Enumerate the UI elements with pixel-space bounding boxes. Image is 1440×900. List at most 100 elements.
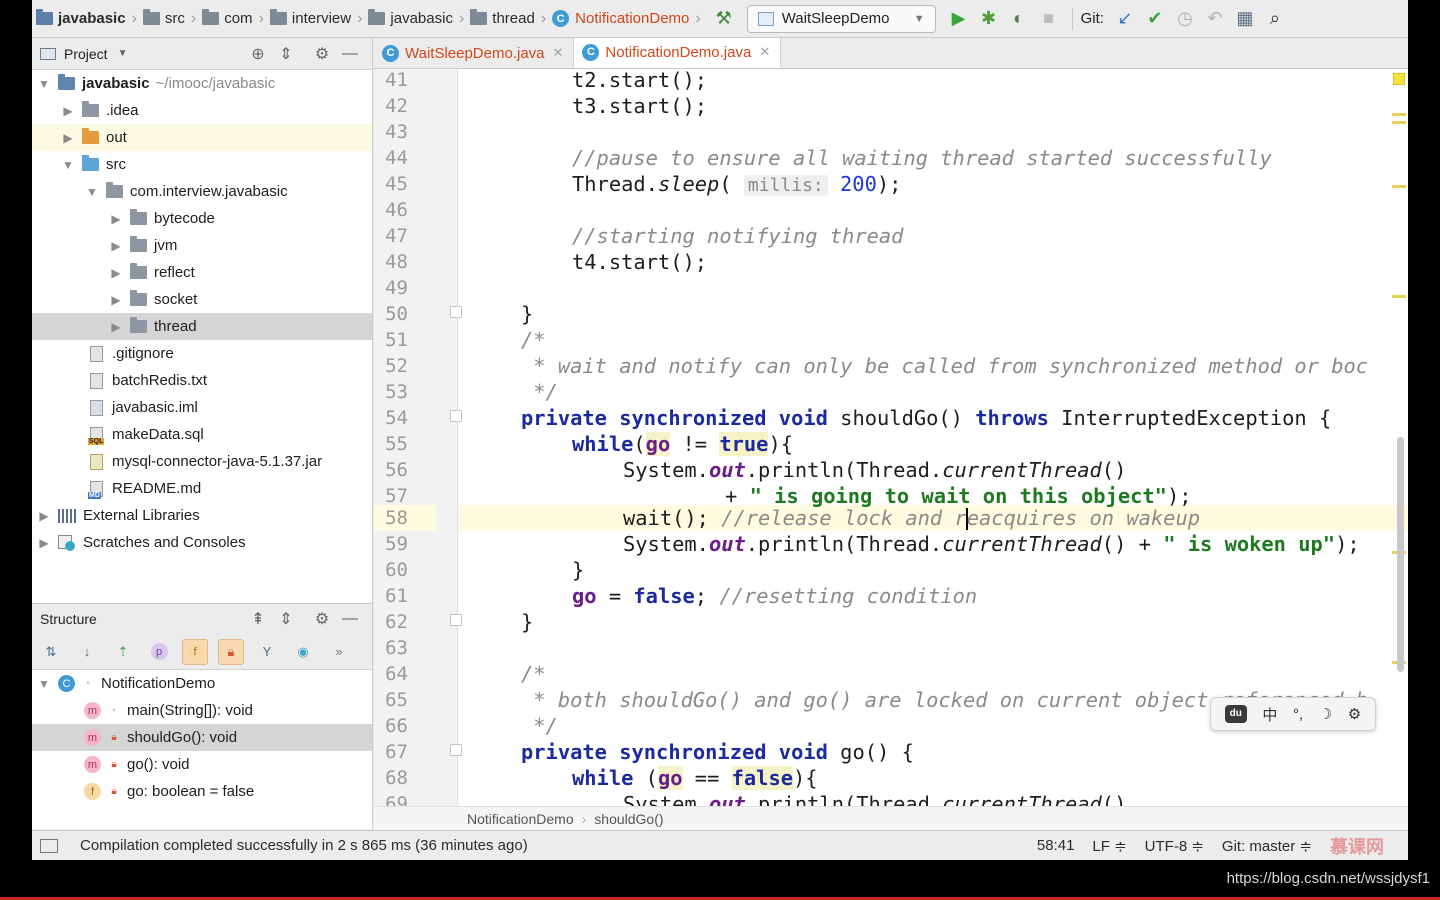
structure-item-go-method[interactable]: m 🔒︎ go(): void bbox=[32, 751, 372, 778]
nav-crumb-interview[interactable]: interview bbox=[266, 0, 353, 38]
status-message[interactable]: Compilation completed successfully in 2 … bbox=[80, 837, 528, 854]
breadcrumb-class[interactable]: NotificationDemo bbox=[467, 811, 574, 827]
structure-item-main[interactable]: m ◦ main(String[]): void bbox=[32, 697, 372, 724]
settings-gear-icon[interactable]: ⚙ bbox=[308, 609, 336, 629]
tool-windows-icon[interactable] bbox=[40, 838, 58, 853]
breadcrumb-method[interactable]: shouldGo() bbox=[594, 811, 663, 827]
line-separator-selector[interactable]: LF ≑ bbox=[1092, 837, 1126, 855]
show-properties-icon[interactable]: p bbox=[146, 639, 172, 665]
nav-crumb-com[interactable]: com bbox=[198, 0, 254, 38]
tree-item-socket[interactable]: ▶ socket bbox=[32, 286, 372, 313]
nav-crumb-javabasic[interactable]: javabasic bbox=[364, 0, 455, 38]
caret-position[interactable]: 58:41 bbox=[1037, 837, 1075, 854]
nav-crumb-src[interactable]: src bbox=[139, 0, 187, 38]
git-update-icon[interactable]: ↙ bbox=[1110, 4, 1140, 34]
tree-item-scratches[interactable]: ▶ Scratches and Consoles bbox=[32, 529, 372, 556]
tree-item-javabasic[interactable]: ▼ javabasic ~/imooc/javabasic bbox=[32, 70, 372, 97]
tree-item-jar[interactable]: mysql-connector-java-5.1.37.jar bbox=[32, 448, 372, 475]
tree-item-readme[interactable]: README.md bbox=[32, 475, 372, 502]
collapsed-arrow-icon[interactable]: ▶ bbox=[36, 536, 52, 550]
collapsed-arrow-icon[interactable]: ▶ bbox=[36, 509, 52, 523]
collapsed-arrow-icon[interactable]: ▶ bbox=[60, 131, 76, 145]
git-revert-icon[interactable]: ↶ bbox=[1200, 4, 1230, 34]
show-lambdas-icon[interactable]: Y bbox=[254, 639, 280, 665]
scroll-from-source-icon[interactable]: ⊕ bbox=[244, 44, 272, 64]
project-view-selector[interactable]: Project bbox=[64, 46, 108, 62]
collapse-all-icon[interactable]: ⇕ bbox=[272, 609, 300, 629]
expanded-arrow-icon[interactable]: ▼ bbox=[84, 185, 100, 199]
project-structure-icon[interactable]: ▦ bbox=[1230, 4, 1260, 34]
collapse-all-icon[interactable]: ⇕ bbox=[272, 44, 300, 64]
expanded-arrow-icon[interactable]: ▼ bbox=[36, 677, 52, 691]
tree-item-thread[interactable]: ▶ thread bbox=[32, 313, 372, 340]
vertical-scrollbar[interactable] bbox=[1397, 437, 1404, 672]
autoscroll-icon[interactable]: ◉ bbox=[290, 639, 316, 665]
tree-item-iml[interactable]: javabasic.iml bbox=[32, 394, 372, 421]
collapsed-arrow-icon[interactable]: ▶ bbox=[108, 212, 124, 226]
hide-panel-icon[interactable]: — bbox=[336, 45, 364, 63]
ime-settings-icon[interactable]: ⚙ bbox=[1348, 705, 1361, 723]
ime-logo-icon[interactable]: du bbox=[1224, 705, 1247, 723]
ime-language-toggle[interactable]: 中 bbox=[1262, 704, 1277, 725]
close-tab-icon[interactable]: ✕ bbox=[759, 44, 770, 60]
ime-moon-icon[interactable]: ☽ bbox=[1319, 705, 1332, 723]
tree-item-batchredis[interactable]: batchRedis.txt bbox=[32, 367, 372, 394]
structure-item-class[interactable]: ▼ C ◦ NotificationDemo bbox=[32, 670, 372, 697]
usage-marker[interactable] bbox=[1392, 121, 1406, 124]
expanded-arrow-icon[interactable]: ▼ bbox=[36, 77, 52, 91]
git-commit-icon[interactable]: ✔ bbox=[1140, 4, 1170, 34]
show-non-public-icon[interactable]: 🔒︎ bbox=[218, 638, 244, 665]
tree-item-reflect[interactable]: ▶ reflect bbox=[32, 259, 372, 286]
usage-marker[interactable] bbox=[1392, 295, 1406, 298]
error-stripe[interactable] bbox=[1390, 69, 1408, 806]
coverage-icon[interactable]: ◐ bbox=[1004, 4, 1034, 34]
tree-item-package[interactable]: ▼ com.interview.javabasic bbox=[32, 178, 372, 205]
hide-panel-icon[interactable]: — bbox=[336, 610, 364, 628]
build-hammer-icon[interactable]: ⚒ bbox=[709, 4, 739, 34]
tree-item-makedata[interactable]: makeData.sql bbox=[32, 421, 372, 448]
collapsed-arrow-icon[interactable]: ▶ bbox=[108, 239, 124, 253]
expanded-arrow-icon[interactable]: ▼ bbox=[60, 158, 76, 172]
close-tab-icon[interactable]: ✕ bbox=[553, 45, 564, 61]
ime-punctuation-toggle[interactable]: °, bbox=[1293, 706, 1303, 723]
tab-notificationdemo[interactable]: C NotificationDemo.java ✕ bbox=[574, 38, 782, 68]
usage-marker[interactable] bbox=[1392, 185, 1406, 188]
tree-item-external-libraries[interactable]: ▶ External Libraries bbox=[32, 502, 372, 529]
tree-item-bytecode[interactable]: ▶ bytecode bbox=[32, 205, 372, 232]
code-area[interactable]: t2.start(); t3.start(); //pause to ensur… bbox=[459, 69, 1408, 806]
tree-item-src[interactable]: ▼ src bbox=[32, 151, 372, 178]
sort-by-visibility-icon[interactable]: ⇅ bbox=[38, 639, 64, 665]
sort-alphabetically-icon[interactable]: ↓ bbox=[74, 639, 100, 665]
nav-crumb-thread[interactable]: thread bbox=[466, 0, 537, 38]
nav-crumb-project[interactable]: javabasic bbox=[32, 0, 128, 38]
collapsed-arrow-icon[interactable]: ▶ bbox=[108, 293, 124, 307]
nav-crumb-class[interactable]: C NotificationDemo bbox=[548, 0, 691, 38]
encoding-selector[interactable]: UTF-8 ≑ bbox=[1145, 837, 1204, 855]
git-history-icon[interactable]: ◷ bbox=[1170, 4, 1200, 34]
debug-icon[interactable]: ✱ bbox=[974, 4, 1004, 34]
tree-item-gitignore[interactable]: .gitignore bbox=[32, 340, 372, 367]
structure-item-shouldgo[interactable]: m 🔒︎ shouldGo(): void bbox=[32, 724, 372, 751]
collapsed-arrow-icon[interactable]: ▶ bbox=[60, 104, 76, 118]
run-icon[interactable]: ▶ bbox=[944, 4, 974, 34]
code-editor[interactable]: 41 42 43 44 45 46 47 48 49 50 51 52 53 5… bbox=[374, 69, 1408, 806]
collapsed-arrow-icon[interactable]: ▶ bbox=[108, 266, 124, 280]
warning-marker-icon[interactable] bbox=[1393, 73, 1405, 85]
show-inherited-icon[interactable]: ⇡ bbox=[110, 639, 136, 665]
collapsed-arrow-icon[interactable]: ▶ bbox=[108, 320, 124, 334]
run-configuration-dropdown[interactable]: WaitSleepDemo ▼ bbox=[746, 4, 936, 33]
tree-item-out[interactable]: ▶ out bbox=[32, 124, 372, 151]
more-icon[interactable]: » bbox=[326, 639, 352, 665]
tab-waitsleepdemo[interactable]: C WaitSleepDemo.java ✕ bbox=[374, 38, 575, 68]
settings-gear-icon[interactable]: ⚙ bbox=[308, 44, 336, 64]
tree-item-idea[interactable]: ▶ .idea bbox=[32, 97, 372, 124]
expand-all-icon[interactable]: ⇞ bbox=[244, 609, 272, 629]
stop-icon[interactable]: ■ bbox=[1034, 4, 1064, 34]
search-icon[interactable]: ⌕ bbox=[1260, 4, 1290, 34]
chevron-down-icon[interactable]: ▼ bbox=[118, 48, 128, 59]
show-fields-icon[interactable]: f bbox=[182, 638, 208, 665]
git-branch-selector[interactable]: Git: master ≑ bbox=[1222, 837, 1312, 855]
tree-item-jvm[interactable]: ▶ jvm bbox=[32, 232, 372, 259]
structure-item-go-field[interactable]: f 🔒︎ go: boolean = false bbox=[32, 778, 372, 805]
usage-marker[interactable] bbox=[1392, 113, 1406, 116]
